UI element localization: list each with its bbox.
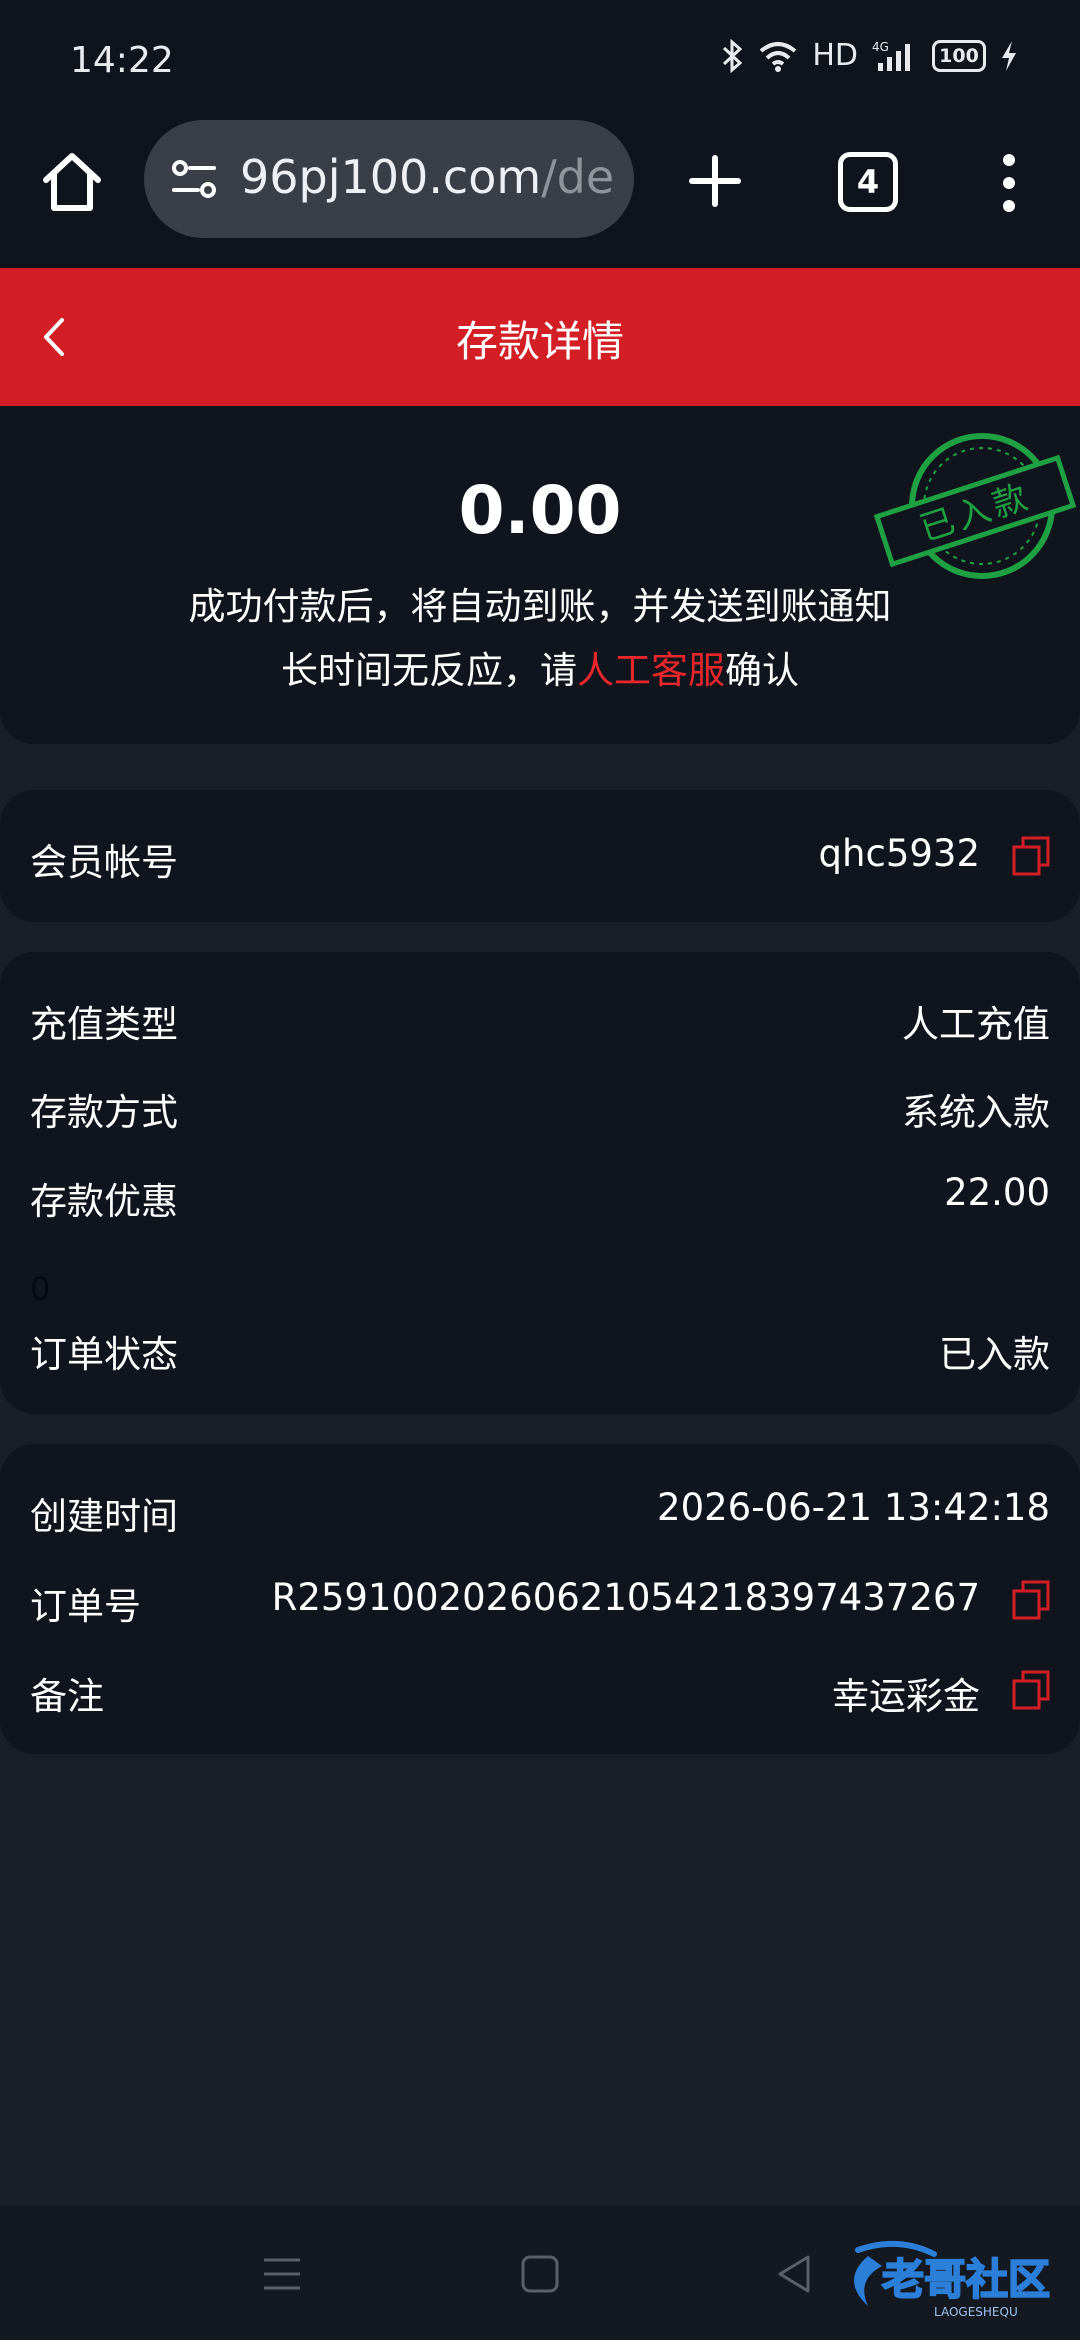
order-info-card: 创建时间 2026-06-21 13:42:18 订单号 R2591002026…	[0, 1444, 1080, 1754]
order-status-label: 订单状态	[30, 1333, 178, 1376]
home-square-icon[interactable]	[518, 2252, 562, 2296]
order-status-row: 订单状态 已入款	[30, 1324, 1050, 1384]
stray-zero-text: 0	[30, 1270, 51, 1308]
copy-icon[interactable]	[1012, 1580, 1050, 1620]
charging-icon	[1002, 40, 1016, 71]
status-icons: HD 4G 100	[722, 38, 1018, 73]
member-value: qhc5932	[818, 832, 980, 875]
support-notice: 长时间无反应，请人工客服确认	[0, 640, 1080, 694]
more-menu-icon[interactable]	[984, 148, 1034, 218]
member-row: 会员帐号 qhc5932	[30, 832, 1050, 892]
deposit-method-value: 系统入款	[902, 1091, 1050, 1134]
recharge-type-row: 充值类型 人工充值	[30, 994, 1050, 1054]
deposit-method-label: 存款方式	[30, 1091, 178, 1134]
member-card: 会员帐号 qhc5932	[0, 790, 1080, 922]
status-time: 14:22	[70, 40, 174, 81]
deposit-info-card: 充值类型 人工充值 存款方式 系统入款 存款优惠 22.00 订单状态 已入款	[0, 952, 1080, 1414]
deposited-stamp: 已入款	[873, 433, 1076, 579]
bluetooth-icon	[723, 38, 743, 73]
laoge-community-logo: 老哥社区 LAOGESHEQU	[854, 2240, 1051, 2319]
member-label: 会员帐号	[30, 841, 178, 884]
order-number-row: 订单号 R2591002026062105421839743726​7	[30, 1576, 1050, 1636]
order-number-label: 订单号	[30, 1585, 141, 1628]
back-triangle-icon[interactable]	[772, 2252, 816, 2296]
recents-menu-icon[interactable]	[260, 2252, 304, 2296]
status-bar: 14:22 HD 4G 100	[0, 0, 1080, 120]
watermark-main-text: 老哥社区	[882, 2255, 1050, 2304]
remark-value: 幸运彩金	[832, 1675, 980, 1718]
order-number-value: R2591002026062105421839743726​7	[271, 1576, 980, 1619]
site-settings-icon[interactable]	[170, 158, 222, 202]
url-host: 96pj100.com	[240, 150, 542, 204]
deposit-bonus-row: 存款优惠 22.00	[30, 1171, 1050, 1231]
new-tab-icon[interactable]	[680, 146, 750, 216]
cell-signal-icon: 4G	[872, 40, 910, 71]
tab-switcher-button[interactable]: 4	[838, 152, 898, 212]
wifi-icon	[760, 41, 797, 72]
created-time-row: 创建时间 2026-06-21 13:42:18	[30, 1486, 1050, 1546]
support-notice-prefix: 长时间无反应，请	[281, 649, 577, 692]
deposit-method-row: 存款方式 系统入款	[30, 1082, 1050, 1142]
copy-icon[interactable]	[1012, 1670, 1050, 1710]
customer-service-link[interactable]: 人工客服	[577, 649, 725, 692]
amount-summary-card: 0.00 成功付款后，将自动到账，并发送到账通知 长时间无反应，请人工客服确认 …	[0, 406, 1080, 744]
recharge-type-value: 人工充值	[902, 1003, 1050, 1046]
address-bar[interactable]: 96pj100.com/dep	[144, 120, 634, 238]
svg-text:4G: 4G	[872, 40, 889, 54]
browser-toolbar: 96pj100.com/dep 4	[0, 120, 1080, 268]
hd-indicator: HD	[812, 38, 858, 73]
deposit-bonus-label: 存款优惠	[30, 1180, 178, 1223]
page-header: 存款详情	[0, 268, 1080, 406]
support-notice-suffix: 确认	[725, 649, 799, 692]
page-title: 存款详情	[455, 317, 624, 366]
created-time-value: 2026-06-21 13:42:18	[657, 1486, 1050, 1529]
url-path: /dep	[541, 150, 614, 204]
order-status-value: 已入款	[939, 1333, 1050, 1376]
remark-row: 备注 幸运彩金	[30, 1666, 1050, 1726]
home-icon[interactable]	[36, 146, 108, 218]
remark-label: 备注	[30, 1675, 104, 1718]
copy-icon[interactable]	[1012, 836, 1050, 876]
watermark-sub-text: LAOGESHEQU	[934, 2305, 1018, 2319]
recharge-type-label: 充值类型	[30, 1003, 178, 1046]
deposit-bonus-value: 22.00	[944, 1171, 1050, 1214]
created-time-label: 创建时间	[30, 1495, 178, 1538]
battery-icon: 100	[932, 39, 986, 72]
url-text[interactable]: 96pj100.com/dep	[240, 150, 614, 210]
